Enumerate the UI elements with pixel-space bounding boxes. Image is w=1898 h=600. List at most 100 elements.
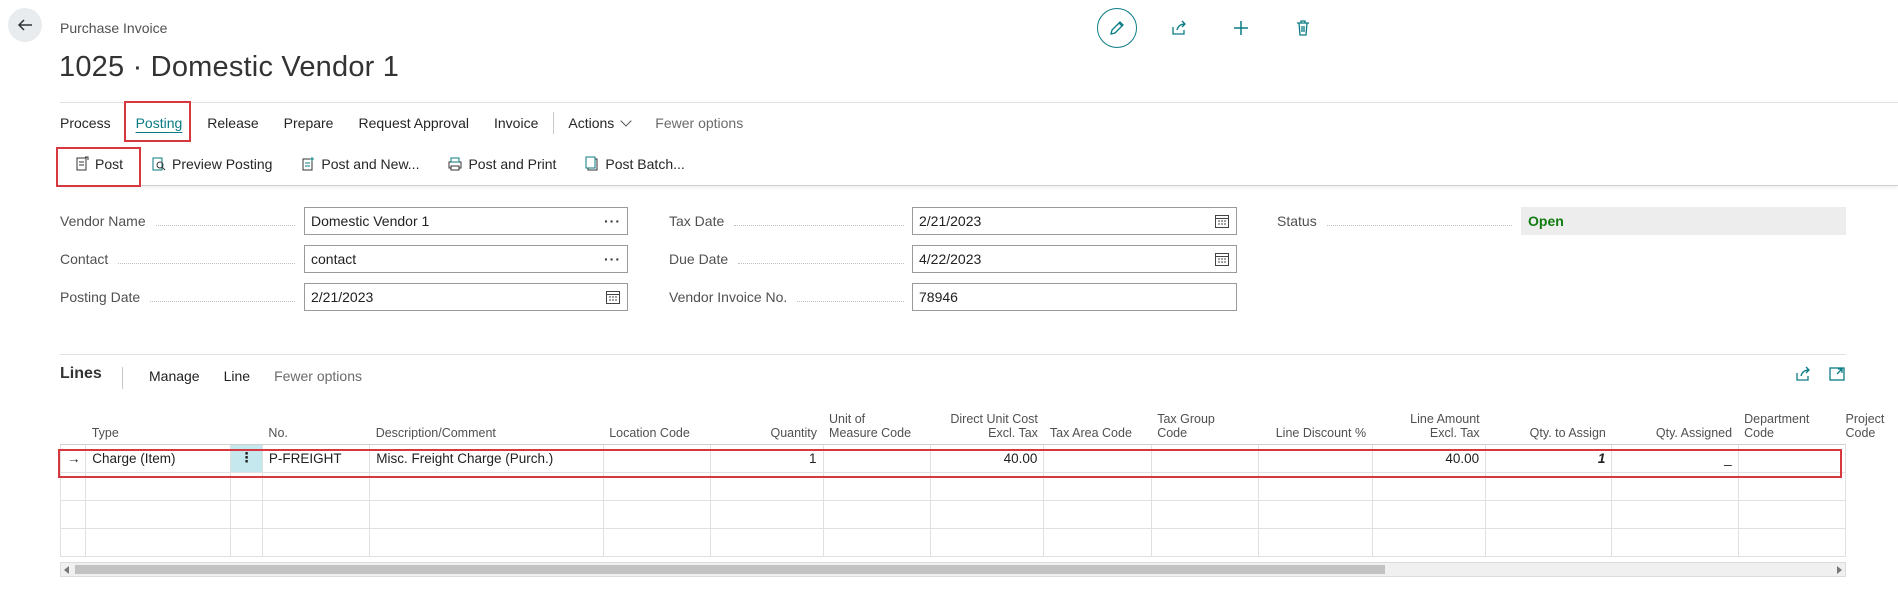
- post-and-new-button[interactable]: Post and New...: [300, 156, 419, 172]
- due-date-value: 4/22/2023: [919, 251, 982, 267]
- tab-posting[interactable]: Posting: [136, 111, 183, 135]
- lines-separator: [122, 367, 123, 389]
- calendar-icon[interactable]: [1214, 213, 1230, 229]
- cell-qty-assigned[interactable]: _: [1611, 443, 1739, 473]
- scroll-right-icon[interactable]: [1837, 566, 1842, 574]
- col-type[interactable]: Type: [85, 408, 231, 445]
- share-button[interactable]: [1159, 8, 1199, 48]
- horizontal-scrollbar[interactable]: [60, 562, 1846, 577]
- col-uom[interactable]: Unit of Measure Code: [823, 408, 931, 445]
- cell-qty-to-assign[interactable]: 1: [1485, 443, 1613, 473]
- expand-icon[interactable]: [1828, 365, 1846, 383]
- post-and-print-button[interactable]: Post and Print: [447, 156, 556, 172]
- actions-menu[interactable]: Actions: [568, 111, 632, 135]
- edit-button[interactable]: [1097, 8, 1137, 48]
- cell-line-amount[interactable]: 40.00: [1371, 443, 1487, 473]
- tab-process[interactable]: Process: [60, 111, 111, 135]
- add-icon: [1234, 21, 1248, 35]
- calendar-icon[interactable]: [1214, 251, 1230, 267]
- row-menu-icon[interactable]: ⋮: [230, 443, 263, 473]
- cell-tax-area[interactable]: [1043, 443, 1152, 473]
- lines-tab-manage[interactable]: Manage: [149, 368, 200, 384]
- cell-uom[interactable]: [822, 443, 931, 473]
- contact-label-text: Contact: [60, 251, 109, 267]
- leader-dots: [797, 300, 904, 302]
- tax-date-label: Tax Date: [669, 207, 914, 235]
- cell-department[interactable]: [1737, 443, 1847, 473]
- col-no[interactable]: No.: [262, 408, 370, 445]
- top-actions: [1097, 8, 1323, 48]
- preview-posting-button[interactable]: Preview Posting: [151, 156, 272, 172]
- vendor-invoice-no-field[interactable]: 78946: [912, 283, 1237, 311]
- cell-tax-group[interactable]: [1150, 443, 1259, 473]
- tab-separator: [553, 112, 555, 134]
- vendor-invoice-no-label-text: Vendor Invoice No.: [669, 289, 788, 305]
- calendar-icon[interactable]: [605, 289, 621, 305]
- col-tax-area[interactable]: Tax Area Code: [1043, 408, 1152, 445]
- tax-date-field[interactable]: 2/21/2023: [912, 207, 1237, 235]
- post-batch-button[interactable]: Post Batch...: [584, 156, 685, 172]
- due-date-field[interactable]: 4/22/2023: [912, 245, 1237, 273]
- col-qty-assigned[interactable]: Qty. Assigned: [1611, 408, 1739, 445]
- col-line-amount-label-2: Excl. Tax: [1429, 425, 1480, 440]
- col-qty-to-assign[interactable]: Qty. to Assign: [1485, 408, 1612, 445]
- cell-line-discount[interactable]: [1257, 443, 1373, 473]
- tab-request-approval[interactable]: Request Approval: [358, 111, 469, 135]
- tab-invoice[interactable]: Invoice: [494, 111, 538, 135]
- col-uom-label-1: Unit of: [829, 411, 866, 426]
- scroll-thumb[interactable]: [75, 565, 1385, 574]
- due-date-label: Due Date: [669, 245, 914, 273]
- col-description[interactable]: Description/Comment: [369, 408, 604, 445]
- cell-quantity[interactable]: 1: [709, 443, 824, 473]
- scroll-left-icon[interactable]: [64, 566, 69, 574]
- empty-row[interactable]: [59, 499, 1847, 529]
- cell-description[interactable]: Misc. Freight Charge (Purch.): [369, 443, 604, 473]
- col-line-amount[interactable]: Line Amount Excl. Tax: [1372, 408, 1486, 445]
- actions-label: Actions: [568, 115, 615, 131]
- col-quantity[interactable]: Quantity: [710, 408, 824, 445]
- contact-field[interactable]: contact ···: [304, 245, 628, 273]
- col-direct-cost[interactable]: Direct Unit Cost Excl. Tax: [930, 408, 1044, 445]
- post-new-icon: [302, 157, 315, 171]
- menu-header: [230, 408, 263, 445]
- vendor-name-label: Vendor Name: [60, 207, 305, 235]
- col-no-label: No.: [268, 425, 288, 440]
- empty-row[interactable]: [59, 471, 1847, 501]
- col-department[interactable]: Department Code: [1738, 408, 1846, 445]
- tab-prepare[interactable]: Prepare: [284, 111, 334, 135]
- col-tax-area-label: Tax Area Code: [1049, 425, 1132, 440]
- contact-value: contact: [311, 251, 357, 267]
- lines-fewer-options[interactable]: Fewer options: [274, 368, 362, 384]
- lines-tab-line[interactable]: Line: [224, 368, 250, 384]
- post-icon: [76, 156, 89, 171]
- chevron-down-icon: [620, 115, 632, 127]
- lookup-ellipsis-icon[interactable]: ···: [604, 213, 621, 229]
- lookup-ellipsis-icon[interactable]: ···: [604, 251, 621, 267]
- cell-location[interactable]: [602, 443, 711, 473]
- post-and-new-label: Post and New...: [321, 156, 420, 172]
- tab-release[interactable]: Release: [207, 111, 258, 135]
- col-location[interactable]: Location Code: [603, 408, 711, 445]
- posting-date-field[interactable]: 2/21/2023: [304, 283, 628, 311]
- cell-type[interactable]: Charge (Item): [85, 443, 232, 473]
- share-icon[interactable]: [1794, 365, 1812, 383]
- table-row[interactable]: → Charge (Item) ⋮ P-FREIGHT Misc. Freigh…: [59, 443, 1847, 473]
- fewer-options-button[interactable]: Fewer options: [655, 111, 743, 135]
- new-button[interactable]: [1221, 8, 1261, 48]
- col-tax-group[interactable]: Tax Group Code: [1151, 408, 1259, 445]
- action-bar: Process Posting Release Prepare Request …: [60, 102, 1898, 142]
- page-type-label: Purchase Invoice: [60, 20, 168, 36]
- cell-no[interactable]: P-FREIGHT: [261, 443, 371, 473]
- vendor-name-field[interactable]: Domestic Vendor 1 ···: [304, 207, 628, 235]
- col-direct-cost-label-1: Direct Unit Cost: [950, 411, 1038, 426]
- back-button[interactable]: [8, 8, 42, 42]
- cell-direct-cost[interactable]: 40.00: [929, 443, 1045, 473]
- col-tax-group-label-2: Code: [1157, 425, 1188, 440]
- empty-row[interactable]: [59, 527, 1847, 557]
- post-batch-icon: [585, 156, 598, 171]
- post-button[interactable]: Post: [74, 156, 123, 172]
- delete-button[interactable]: [1283, 8, 1323, 48]
- col-line-discount[interactable]: Line Discount %: [1258, 408, 1373, 445]
- preview-posting-label: Preview Posting: [172, 156, 273, 172]
- col-project-label: Project Code: [1845, 411, 1885, 440]
